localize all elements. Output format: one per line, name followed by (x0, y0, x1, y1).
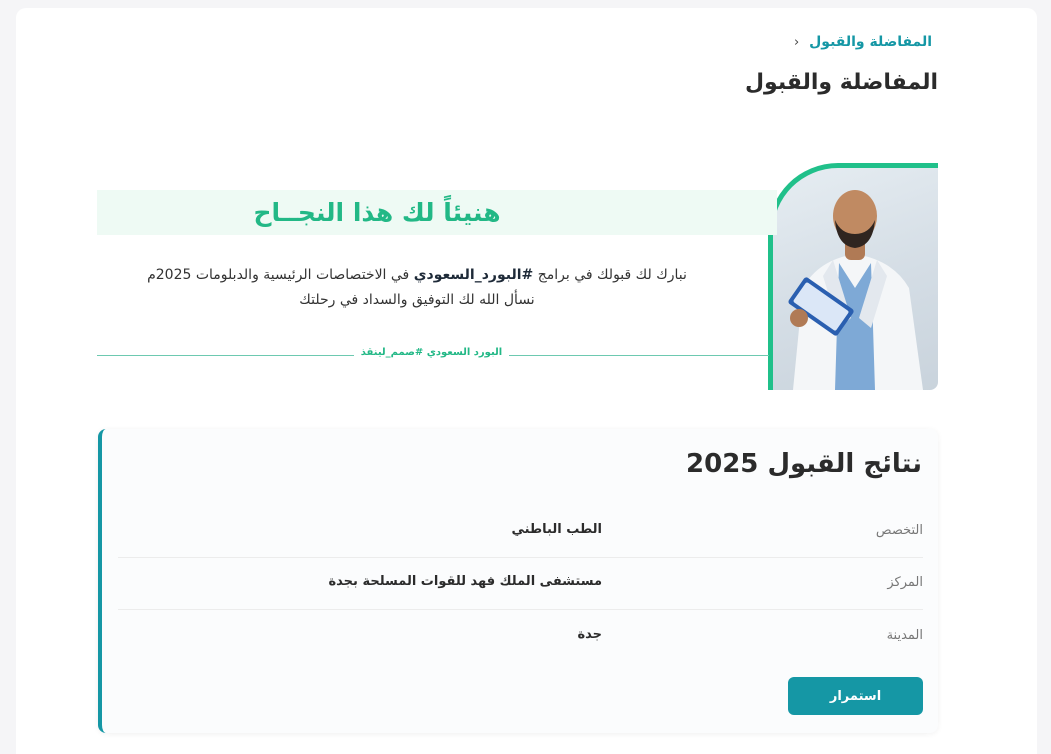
congratulations-banner: هنيئاً لك هذا النجــاح نبارك لك قبولك في… (97, 163, 938, 391)
divider-line (509, 355, 769, 356)
doctor-illustration (788, 190, 923, 390)
result-value: جدة (577, 627, 602, 642)
result-label: التخصص (875, 523, 923, 538)
congrats-title: هنيئاً لك هذا النجــاح (253, 198, 501, 227)
congrats-message: نبارك لك قبولك في برامج #البورد_السعودي … (137, 263, 697, 313)
result-row-specialty: التخصص الطب الباطني (118, 505, 923, 558)
congrats-line-1: نبارك لك قبولك في برامج #البورد_السعودي … (137, 263, 697, 288)
result-label: المدينة (886, 628, 923, 643)
congrats-line-1-prefix: نبارك لك قبولك في برامج (537, 267, 687, 283)
congrats-line-1-suffix: في الاختصاصات الرئيسية والدبلومات 2025م (147, 267, 410, 283)
result-row-city: المدينة جدة (118, 610, 923, 663)
admission-results-card: نتائج القبول 2025 التخصص الطب الباطني ال… (98, 429, 938, 733)
breadcrumb: المفاضلة والقبول ‹ (794, 34, 932, 50)
result-value: مستشفى الملك فهد للقوات المسلحة بجدة (328, 574, 602, 589)
congrats-line-2: نسأل الله لك التوفيق والسداد في رحلتك (299, 292, 535, 308)
signature-row: البورد السعودي #صمم_لينقذ (97, 347, 769, 363)
divider-line (97, 355, 354, 356)
result-value: الطب الباطني (511, 522, 602, 537)
congrats-hashtag: #البورد_السعودي (413, 267, 534, 283)
breadcrumb-current[interactable]: المفاضلة والقبول (809, 34, 932, 50)
continue-button[interactable]: استمرار (788, 677, 923, 715)
signature-text: البورد السعودي #صمم_لينقذ (360, 347, 503, 358)
doctor-photo (768, 163, 938, 390)
page-title: المفاضلة والقبول (744, 70, 938, 95)
congrats-band: هنيئاً لك هذا النجــاح (97, 190, 777, 235)
result-row-center: المركز مستشفى الملك فهد للقوات المسلحة ب… (118, 557, 923, 610)
result-label: المركز (887, 575, 923, 590)
results-title: نتائج القبول 2025 (686, 449, 922, 479)
chevron-left-icon: ‹ (793, 34, 800, 50)
